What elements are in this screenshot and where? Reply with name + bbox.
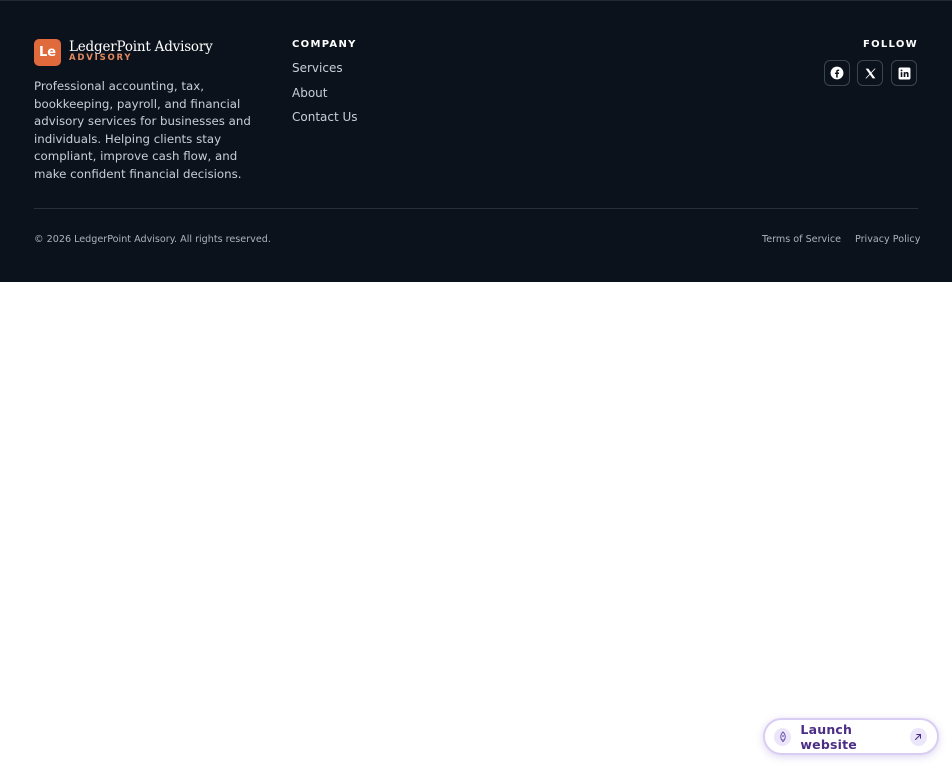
- site-footer: Le LedgerPoint Advisory ADVISORY Profess…: [0, 0, 952, 282]
- linkedin-link[interactable]: [891, 60, 917, 86]
- company-heading: COMPANY: [292, 39, 357, 50]
- facebook-link[interactable]: [824, 60, 850, 86]
- footer-link-about[interactable]: About: [292, 86, 327, 100]
- terms-of-service-link[interactable]: Terms of Service: [762, 234, 841, 245]
- x-icon: [864, 68, 876, 78]
- launch-website-button[interactable]: Launch website: [763, 718, 939, 755]
- footer-link-contact[interactable]: Contact Us: [292, 110, 358, 124]
- x-link[interactable]: [857, 60, 883, 86]
- footer-link-services[interactable]: Services: [292, 61, 343, 75]
- privacy-policy-link[interactable]: Privacy Policy: [855, 234, 920, 245]
- footer-divider: [34, 208, 918, 209]
- rocket-icon: [774, 727, 792, 746]
- facebook-icon: [830, 66, 844, 80]
- brand-description: Professional accounting, tax, bookkeepin…: [34, 79, 251, 181]
- copyright-text: © 2026 LedgerPoint Advisory. All rights …: [34, 234, 271, 245]
- linkedin-icon: [898, 67, 910, 79]
- launch-website-label: Launch website: [800, 721, 857, 752]
- external-arrow-icon: [909, 727, 928, 746]
- brand-logo-mark[interactable]: Le: [34, 39, 61, 66]
- follow-heading: FOLLOW: [862, 39, 918, 50]
- brand-subtitle: ADVISORY: [69, 53, 133, 63]
